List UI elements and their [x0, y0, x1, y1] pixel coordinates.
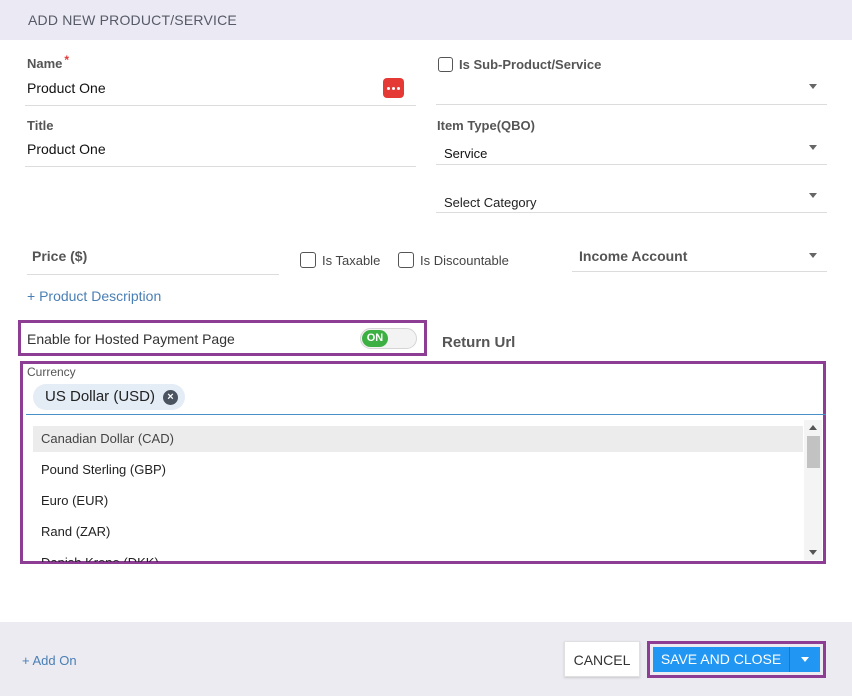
save-and-close-button[interactable]: SAVE AND CLOSE — [653, 647, 789, 672]
close-circle-icon[interactable]: × — [163, 390, 179, 405]
chevron-down-icon[interactable] — [809, 145, 817, 150]
currency-option[interactable]: Euro (EUR) — [33, 488, 803, 514]
caret-down-icon — [801, 657, 809, 662]
dot — [387, 87, 390, 90]
chevron-down-icon[interactable] — [809, 84, 817, 89]
add-on-link[interactable]: + Add On — [22, 653, 77, 668]
chevron-down-icon[interactable] — [809, 253, 817, 258]
dropdown-scrollbar[interactable] — [804, 420, 822, 560]
dialog-footer: + Add On CANCEL SAVE AND CLOSE — [0, 622, 852, 696]
currency-label: Currency — [27, 365, 76, 379]
dot — [392, 87, 395, 90]
currency-underline — [26, 414, 826, 415]
is-taxable-label: Is Taxable — [322, 253, 381, 268]
sub-product-select[interactable] — [436, 104, 827, 105]
dot — [397, 87, 400, 90]
save-options-button[interactable] — [789, 647, 820, 672]
hosted-payment-label: Enable for Hosted Payment Page — [27, 331, 235, 347]
currency-chip[interactable]: US Dollar (USD) × — [33, 384, 186, 410]
income-account-select[interactable]: Income Account — [579, 248, 687, 264]
is-discountable-checkbox[interactable] — [398, 252, 414, 268]
required-mark: * — [64, 53, 70, 67]
item-type-underline — [436, 164, 827, 165]
scroll-up-arrow-icon[interactable] — [809, 425, 817, 430]
currency-option[interactable]: Canadian Dollar (CAD) — [33, 426, 803, 452]
sub-product-label: Is Sub-Product/Service — [459, 57, 602, 72]
currency-option[interactable]: Danish Krone (DKK) — [33, 550, 803, 562]
toggle-on-knob: ON — [362, 330, 388, 347]
item-type-label: Item Type(QBO) — [437, 118, 535, 133]
hosted-payment-row: Enable for Hosted Payment Page ON — [18, 320, 427, 356]
currency-chip-label: US Dollar (USD) — [45, 388, 156, 405]
title-label: Title — [27, 118, 54, 133]
income-account-underline — [572, 271, 827, 272]
name-label: Name * — [27, 53, 70, 71]
title-input[interactable]: Product One — [27, 141, 106, 157]
category-underline — [436, 212, 827, 213]
item-type-select[interactable]: Service — [444, 146, 487, 161]
currency-field: Currency US Dollar (USD) × Canadian Doll… — [20, 361, 826, 564]
return-url-label: Return Url — [442, 334, 516, 351]
chevron-down-icon[interactable] — [809, 193, 817, 198]
save-button-group: SAVE AND CLOSE — [647, 641, 826, 678]
currency-dropdown-list: Canadian Dollar (CAD) Pound Sterling (GB… — [26, 422, 804, 562]
hosted-payment-toggle[interactable]: ON — [360, 328, 417, 349]
name-input[interactable]: Product One — [27, 80, 106, 96]
product-description-link[interactable]: + Product Description — [27, 288, 161, 304]
name-underline — [25, 105, 416, 106]
currency-option[interactable]: Pound Sterling (GBP) — [33, 457, 803, 483]
name-label-text: Name — [27, 56, 63, 71]
category-select[interactable]: Select Category — [444, 195, 537, 210]
currency-option[interactable]: Rand (ZAR) — [33, 519, 803, 545]
is-taxable-checkbox[interactable] — [300, 252, 316, 268]
is-discountable-label: Is Discountable — [420, 253, 509, 268]
cancel-button[interactable]: CANCEL — [564, 641, 640, 677]
dialog-header: ADD NEW PRODUCT/SERVICE — [0, 0, 852, 40]
price-underline — [27, 274, 279, 275]
title-underline — [25, 166, 416, 167]
scroll-down-arrow-icon[interactable] — [809, 550, 817, 555]
dialog-title: ADD NEW PRODUCT/SERVICE — [28, 12, 237, 28]
price-input[interactable]: Price ($) — [32, 248, 87, 264]
more-dots-icon[interactable] — [383, 78, 404, 98]
scrollbar-thumb[interactable] — [807, 436, 820, 468]
sub-product-checkbox[interactable] — [438, 57, 453, 72]
